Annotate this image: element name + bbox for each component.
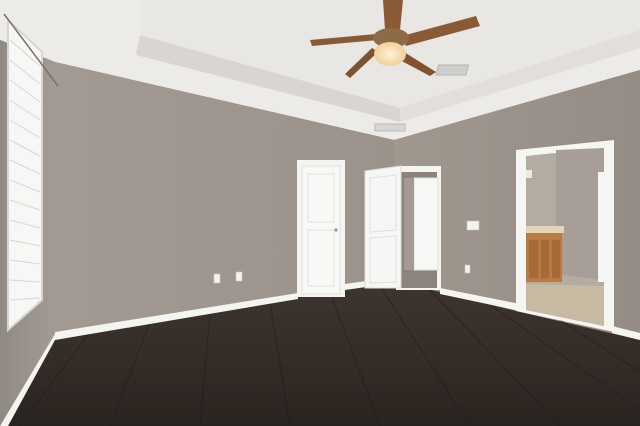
light-switch [466, 220, 480, 231]
room-illustration [0, 0, 640, 426]
closet-door [297, 160, 345, 297]
hallway-door [364, 165, 441, 290]
bathroom-doorway [516, 140, 614, 332]
fan-blade-top [383, 0, 403, 30]
door-knob [334, 228, 338, 232]
room-photo [0, 0, 640, 426]
ceiling-vent [435, 64, 470, 76]
ceiling-vent-2 [374, 123, 406, 132]
vanity-countertop [526, 226, 564, 233]
fan-light [374, 42, 406, 66]
